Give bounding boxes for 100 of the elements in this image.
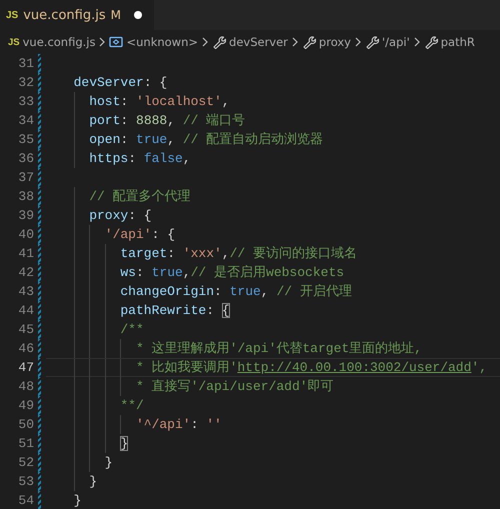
- line-number: 54: [17, 492, 34, 509]
- line-number: 31: [17, 55, 34, 73]
- code-token: : {: [152, 227, 175, 242]
- code-token: 'localhost': [136, 94, 222, 109]
- chevron-right-icon: [414, 37, 420, 47]
- code-token: devServer: [74, 75, 144, 90]
- variable-icon: [109, 36, 124, 48]
- chevron-right-icon: [99, 37, 106, 47]
- breadcrumb-item[interactable]: JS vue.config.js: [8, 35, 96, 49]
- line-number: 34: [17, 112, 34, 130]
- code-token: /**: [120, 322, 144, 337]
- line-number: 43: [17, 283, 34, 301]
- code-token: 8888: [136, 113, 168, 128]
- code-token: // 配置自动启动浏览器: [182, 132, 324, 147]
- line-number: 41: [17, 245, 34, 263]
- modified-status-label: M: [110, 8, 121, 22]
- code-token: ,: [182, 151, 191, 166]
- line-number: 37: [17, 169, 34, 187]
- wrench-icon: [365, 35, 379, 49]
- code-token: // 要访问的接口域名: [230, 246, 358, 261]
- code-token: ws: [120, 265, 136, 280]
- code-token: ,: [182, 265, 191, 280]
- breadcrumb-item[interactable]: proxy: [302, 35, 351, 49]
- code-token: proxy: [89, 208, 128, 223]
- code-token: :: [128, 151, 138, 166]
- matched-bracket: }: [120, 436, 128, 451]
- code-token: '/api': [104, 227, 152, 242]
- breadcrumb-item[interactable]: devServer: [212, 35, 288, 49]
- line-number: 53: [17, 473, 34, 491]
- code-token: : {: [144, 75, 168, 90]
- editor-tab[interactable]: JS vue.config.js M: [0, 0, 154, 30]
- code-token: '^/api': [136, 417, 191, 432]
- breadcrumb-item[interactable]: pathR: [424, 35, 475, 49]
- chevron-right-icon: [202, 37, 208, 47]
- file-type-label: JS: [8, 36, 20, 48]
- line-number: 45: [17, 321, 34, 339]
- code-token: port: [89, 113, 120, 128]
- wrench-icon: [212, 35, 226, 49]
- code-token: :: [136, 265, 145, 280]
- code-token: https: [89, 151, 128, 166]
- wrench-icon: [424, 35, 438, 49]
- code-token: open: [89, 132, 120, 147]
- line-number: 48: [17, 378, 34, 396]
- code-token: '': [206, 417, 222, 432]
- code-token: // 端口号: [182, 113, 246, 128]
- code-token: : {: [128, 208, 152, 223]
- code-token: :: [214, 284, 223, 299]
- code-token: changeOrigin: [120, 284, 214, 299]
- tab-title: vue.config.js: [23, 8, 106, 22]
- line-number: 38: [17, 188, 34, 206]
- line-number: 33: [17, 93, 34, 111]
- code-token: 'xxx': [182, 246, 222, 261]
- line-number: 50: [17, 416, 34, 434]
- line-number: 47: [17, 359, 34, 377]
- code-token: }: [74, 493, 82, 508]
- code-token: * 这里理解成用'/api'代替target里面的地址,: [136, 341, 422, 356]
- code-token: **/: [120, 398, 144, 413]
- line-number: 49: [17, 397, 34, 415]
- line-number: 39: [17, 207, 34, 225]
- code-token: true: [230, 284, 261, 299]
- code-token: target: [120, 246, 168, 261]
- line-number: 46: [17, 340, 34, 358]
- code-token: * 比如我要调用': [136, 360, 238, 375]
- line-number: 35: [17, 131, 34, 149]
- chevron-right-icon: [292, 37, 298, 47]
- code-token: :: [167, 246, 176, 261]
- code-token: true: [136, 132, 168, 147]
- wrench-icon: [302, 35, 316, 49]
- code-token: ,: [167, 132, 176, 147]
- line-number: 52: [17, 454, 34, 472]
- code-token: // 是否启用websockets: [190, 265, 344, 280]
- line-number: 44: [17, 302, 34, 320]
- line-number: 51: [17, 435, 34, 453]
- code-token: ',: [471, 360, 488, 375]
- file-type-label: JS: [6, 10, 18, 20]
- code-token: :: [120, 132, 130, 147]
- code-token: * 直接写'/api/user/add'即可: [136, 379, 334, 394]
- line-number: 40: [17, 226, 34, 244]
- line-number: 32: [17, 74, 34, 92]
- code-token: :: [190, 417, 200, 432]
- breadcrumb-item[interactable]: '/api': [365, 35, 410, 49]
- code-token: :: [206, 303, 216, 318]
- code-link[interactable]: http://40.00.100:3002/user/add: [237, 360, 472, 375]
- code-token: // 开启代理: [276, 284, 352, 299]
- code-token: ,: [260, 284, 270, 299]
- code-token: :: [120, 113, 130, 128]
- code-token: ,: [222, 94, 230, 109]
- code-token: ,: [167, 113, 176, 128]
- code-token: }: [89, 474, 97, 489]
- code-token: host: [89, 94, 120, 109]
- code-token: pathRewrite: [120, 303, 206, 318]
- code-token: ,: [222, 246, 230, 261]
- code-token: // 配置多个代理: [89, 189, 191, 204]
- chevron-right-icon: [355, 37, 361, 47]
- code-token: }: [104, 455, 113, 470]
- code-token: true: [152, 265, 183, 280]
- breadcrumb-item[interactable]: <unknown>: [109, 35, 198, 49]
- line-number: 42: [17, 264, 34, 282]
- line-number: 36: [17, 150, 34, 168]
- code-token: :: [120, 94, 130, 109]
